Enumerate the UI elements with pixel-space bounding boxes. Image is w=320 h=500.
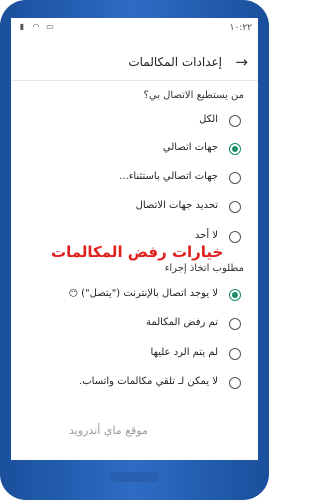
who-can-call-heading: من يستطيع الاتصال بي؟ (143, 90, 244, 101)
home-indicator (109, 472, 159, 482)
battery-icon: ▭ (46, 22, 54, 31)
option-label: جهات اتصالي باستثناء... (119, 171, 218, 182)
option-label: لم يتم الرد عليها (150, 347, 218, 358)
option-label: تحديد جهات الاتصال (135, 200, 218, 211)
phone-frame: ▮ ◠ ▭ ١٠:٢٢ → إعدادات المكالمات من يستطي… (0, 0, 269, 500)
system-icons: ▮ ◠ ▭ (17, 22, 55, 31)
wifi-icon: ◠ (32, 22, 40, 31)
option-label: تم رفض المكالمة (145, 317, 218, 328)
status-bar: ▮ ◠ ▭ ١٠:٢٢ (11, 18, 258, 38)
status-time: ١٠:٢٢ (229, 23, 252, 33)
option-label: لا أحد (194, 230, 218, 241)
option-label: لا يوجد اتصال بالإنترنت ("يتصل") 😶 (68, 288, 218, 299)
option-select-contacts[interactable]: تحديد جهات الاتصال (11, 196, 258, 220)
watermark: موقع ماي أندرويد (69, 424, 148, 437)
option-label: الكل (199, 114, 218, 125)
action-required-heading: مطلوب اتخاذ إجراء (164, 263, 244, 274)
page-title: إعدادات المكالمات (128, 55, 222, 69)
option-everyone[interactable]: الكل (11, 110, 258, 134)
radio-button[interactable] (229, 172, 241, 184)
option-call-declined[interactable]: تم رفض المكالمة (11, 313, 258, 337)
radio-button[interactable] (229, 377, 241, 389)
option-label: لا يمكن لـ تلقي مكالمات واتساب. (79, 376, 218, 387)
option-label-text: لا يوجد اتصال بالإنترنت ("يتصل") (81, 288, 218, 299)
radio-button[interactable] (229, 201, 241, 213)
option-not-answered[interactable]: لم يتم الرد عليها (11, 343, 258, 367)
signal-icon: ▮ (19, 22, 25, 31)
screen: ▮ ◠ ▭ ١٠:٢٢ → إعدادات المكالمات من يستطي… (11, 18, 258, 460)
emoji-icon: 😶 (68, 289, 78, 299)
option-label: جهات اتصالي (162, 142, 218, 153)
option-cannot-receive[interactable]: لا يمكن لـ تلقي مكالمات واتساب. (11, 372, 258, 396)
radio-button[interactable] (229, 348, 241, 360)
overlay-caption: خيارات رفض المكالمات (51, 243, 224, 261)
app-bar: → إعدادات المكالمات (11, 46, 258, 81)
radio-button-selected[interactable] (229, 143, 241, 155)
option-contacts-except[interactable]: جهات اتصالي باستثناء... (11, 167, 258, 191)
arrow-right-icon[interactable]: → (235, 54, 248, 70)
radio-button[interactable] (229, 115, 241, 127)
radio-button[interactable] (229, 318, 241, 330)
radio-button-selected[interactable] (229, 289, 241, 301)
radio-button[interactable] (229, 231, 241, 243)
option-no-internet[interactable]: لا يوجد اتصال بالإنترنت ("يتصل") 😶 (11, 284, 258, 308)
option-my-contacts[interactable]: جهات اتصالي (11, 138, 258, 162)
